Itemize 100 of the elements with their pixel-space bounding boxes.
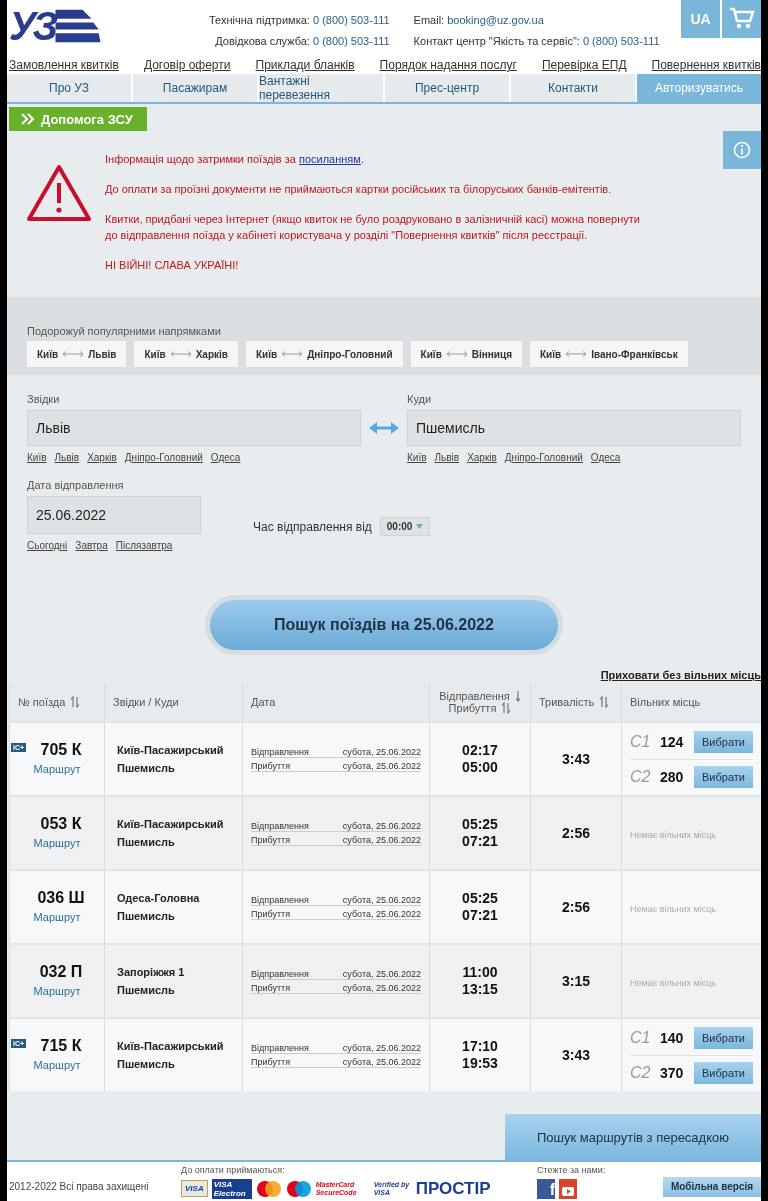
train-number: 053 К [40,815,82,834]
choose-button[interactable]: Вибрати [694,1026,753,1049]
two-way-arrow-icon [62,351,85,358]
departure-time: 17:10 [461,1038,499,1056]
date-label: Прибуття [251,760,291,771]
to-field[interactable]: Пшемисль [407,410,741,447]
route-link[interactable]: Маршрут [33,911,81,924]
search-button[interactable]: Пошук поїздів на 25.06.2022 [205,595,563,656]
top-link[interactable]: Повернення квитків [651,58,761,75]
contact-line: Технічна підтримка: 0 (800) 503-111 [209,13,390,28]
train-number: 715 К [40,1037,82,1056]
transfer-search-button[interactable]: Пошук маршрутів з пересадкою [505,1114,761,1161]
wagon-class: С1 [630,1028,652,1047]
date-value: субота, 25.06.2022 [342,968,421,979]
date-label: Відправлення [251,1042,309,1053]
quick-link[interactable]: Харків [87,452,117,464]
field-label: Куди [407,393,433,406]
nav-tab[interactable]: Прес-центр [385,74,509,103]
info-button[interactable] [723,131,761,170]
quick-link[interactable]: Львів [434,452,460,464]
choose-button[interactable]: Вибрати [694,1061,753,1084]
quick-link[interactable]: Одеса [590,452,621,464]
quick-link[interactable]: Дніпро-Головний [504,452,583,464]
top-link[interactable]: Замовлення квитків [9,58,119,75]
nav-tab[interactable]: Про УЗ [7,74,131,103]
station-name: Пшемисль [117,1057,176,1073]
quick-link[interactable]: Харків [467,452,497,464]
station-name: Київ-Пасажирський [117,743,225,759]
date-label: Відправлення [251,894,309,905]
date-value: субота, 25.06.2022 [342,1042,421,1053]
route-link[interactable]: Маршрут [33,1059,81,1072]
alert-text: Інформація щодо затримки поїздів за посиланням. [105,152,365,168]
two-way-arrow-icon [169,351,192,358]
copyright-text: 2012-2022 Всі права захищені [9,1181,150,1193]
social-title: Стежте за нами: [537,1164,607,1175]
quick-link[interactable]: Сьогодні [27,540,68,552]
top-link[interactable]: Порядок надання послуг [379,58,517,75]
cart-button[interactable] [722,0,761,38]
route-chip[interactable]: Київ Вінниця [410,341,522,368]
top-link[interactable]: Приклади бланків [255,58,355,75]
hide-link[interactable]: Приховати без вільних місць [600,669,761,682]
arrival-time: 19:53 [461,1055,499,1073]
route-link[interactable]: Маршрут [33,763,81,776]
route-chip[interactable]: Київ Дніпро-Головний [245,341,403,368]
video-icon[interactable] [559,1178,577,1199]
date-field[interactable]: 25.06.2022 [27,496,201,535]
logo[interactable]: УЗ [9,6,119,46]
date-value: субота, 25.06.2022 [342,834,421,845]
column-header[interactable]: № поїзда [9,683,105,723]
top-link[interactable]: Перевірка ЕПД [541,58,627,75]
mobile-version-button[interactable]: Мобільна версія [663,1176,761,1197]
info-icon [733,141,751,160]
date-value: субота, 25.06.2022 [342,894,421,905]
choose-button[interactable]: Вибрати [694,730,753,753]
column-header[interactable]: Відправлення Прибуття [429,683,531,723]
date-value: субота, 25.06.2022 [342,1056,421,1067]
section-title: Подорожуй популярними напрямками [27,325,222,338]
quick-link[interactable]: Дніпро-Головний [124,452,203,464]
date-value: субота, 25.06.2022 [342,746,421,757]
facebook-link[interactable]: f [537,1178,555,1199]
sort-icon [501,702,512,715]
quick-link[interactable]: Післязавтра [115,540,173,552]
seat-count: 124 [660,733,685,750]
column-header[interactable]: Тривалість [530,683,622,723]
caret-icon [416,524,424,530]
alert-text: Квитки, придбані через Інтернет (якщо квиток не було роздруковано в залізничній касі) можна повернути до відправлення поїзда у кабінеті користувача у розділі "Повернення квитків" після реєстрації. [105,212,641,244]
route-chip[interactable]: Київ Харків [134,341,238,368]
nav-tab[interactable]: Вантажні перевезення [259,74,383,103]
visa-logo: VISA [181,1180,208,1198]
quick-link[interactable]: Одеса [210,452,241,464]
warning-icon [25,163,93,224]
choose-button[interactable]: Вибрати [694,765,753,788]
route-link[interactable]: Маршрут [33,985,81,998]
chevrons-icon [21,113,35,126]
nav-tab[interactable]: Контакти [511,74,635,103]
top-link[interactable]: Договір оферти [143,58,231,75]
route-chip[interactable]: Київ Львів [27,341,127,368]
swap-icon[interactable] [369,421,399,436]
two-way-arrow-icon [565,351,588,358]
quick-link[interactable]: Київ [407,452,427,464]
route-chip[interactable]: Київ Івано-Франківськ [530,341,688,368]
from-field[interactable]: Львів [27,410,361,447]
departure-time: 05:25 [461,816,499,834]
time-select[interactable]: 00:00 [379,517,431,537]
arrival-time: 07:21 [461,907,499,925]
quick-link[interactable]: Завтра [75,540,108,552]
field-label: Час відправлення від [253,519,372,534]
no-seats-text: Немає вільних місць [630,904,717,915]
cart-icon [728,7,755,31]
station-name: Київ-Пасажирський [117,1039,225,1055]
date-value: субота, 25.06.2022 [342,820,421,831]
alert-link[interactable]: посиланням [298,153,361,166]
nav-tab[interactable]: Пасажирам [133,74,257,103]
quick-link[interactable]: Львів [54,452,80,464]
quick-link[interactable]: Київ [27,452,47,464]
route-link[interactable]: Маршрут [33,837,81,850]
prostir-logo: ПРОСТІР [415,1178,491,1199]
contact-line: Контакт центр "Якість та сервіс": 0 (800) 503-111 [413,34,660,49]
wagon-class: С2 [630,1063,652,1082]
wagon-class: С1 [630,732,652,751]
